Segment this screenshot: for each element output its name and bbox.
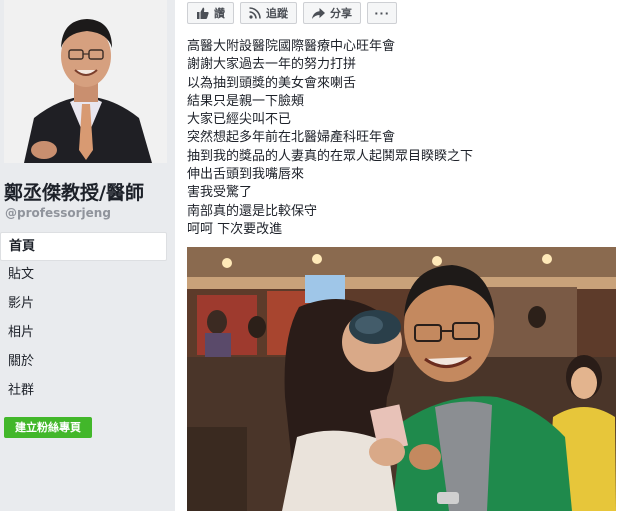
create-page-button[interactable]: 建立粉絲專頁: [4, 417, 92, 438]
post-line: 呵呵 下次要改進: [187, 221, 283, 237]
post-line: 以為抽到頭獎的美女會來喇舌: [187, 75, 357, 91]
post-line: 大家已經尖叫不已: [187, 112, 292, 128]
nav-item-videos[interactable]: 影片: [0, 290, 167, 319]
post-line: 抽到我的獎品的人妻真的在眾人起鬨眾目睽睽之下: [187, 148, 474, 164]
page-nav: 首頁 貼文 影片 相片 關於 社群: [0, 232, 167, 406]
post-line: 突然想起多年前在北醫婦產科旺年會: [187, 130, 396, 146]
post-line: 高醫大附設醫院國際醫療中心旺年會: [187, 39, 396, 54]
share-button[interactable]: 分享: [303, 2, 361, 24]
page-sidebar: 鄭丞傑教授/醫師 @professorjeng 首頁 貼文 影片 相片 關於 社…: [0, 0, 175, 511]
page-handle[interactable]: @professorjeng: [5, 206, 111, 220]
post-text: 高醫大附設醫院國際醫療中心旺年會 謝謝大家過去一年的努力打拼 以為抽到頭獎的美女…: [187, 38, 473, 239]
rss-icon: [249, 7, 261, 19]
page-action-bar: 讚 追蹤 分享 ···: [187, 2, 397, 26]
like-button[interactable]: 讚: [187, 2, 234, 24]
party-photo-image: [187, 247, 616, 511]
post-photo[interactable]: [187, 247, 616, 511]
post-line: 南部真的還是比較保守: [187, 203, 318, 219]
more-dots-icon: ···: [374, 6, 390, 20]
post-line: 伸出舌頭到我嘴唇來: [187, 167, 305, 183]
nav-item-photos[interactable]: 相片: [0, 319, 167, 348]
follow-button[interactable]: 追蹤: [240, 2, 297, 24]
post-line: 謝謝大家過去一年的努力打拼: [187, 57, 357, 73]
post-line: 害我受驚了: [187, 185, 253, 201]
follow-label: 追蹤: [266, 7, 288, 20]
like-icon: [196, 7, 209, 19]
share-label: 分享: [330, 7, 352, 20]
post-line: 結果只是親一下臉頰: [187, 93, 305, 109]
more-options-button[interactable]: ···: [367, 2, 397, 24]
like-label: 讚: [214, 7, 225, 20]
profile-portrait-image: [4, 0, 167, 163]
nav-item-posts[interactable]: 貼文: [0, 261, 167, 290]
profile-picture[interactable]: [4, 0, 167, 163]
nav-item-community[interactable]: 社群: [0, 377, 167, 406]
share-arrow-icon: [312, 7, 325, 19]
nav-item-about[interactable]: 關於: [0, 348, 167, 377]
page-name[interactable]: 鄭丞傑教授/醫師: [4, 178, 174, 205]
nav-item-home[interactable]: 首頁: [0, 232, 167, 261]
